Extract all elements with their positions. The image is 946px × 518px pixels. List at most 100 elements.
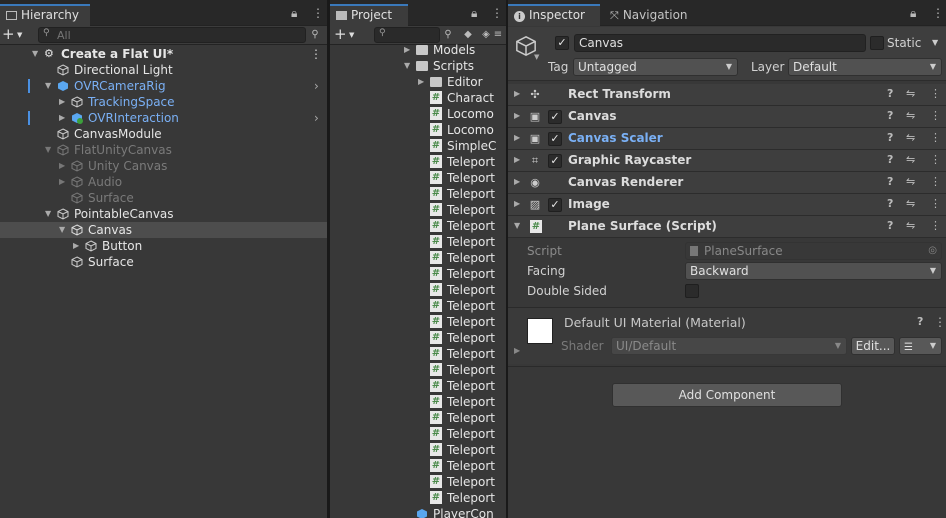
project-file[interactable]: # Teleport	[330, 154, 506, 170]
expand-arrow-icon[interactable]: ▼	[45, 78, 51, 94]
expand-arrow-icon[interactable]: ▶	[59, 158, 65, 174]
hidden-packages-icon[interactable]: ≡	[490, 27, 506, 43]
tab-project[interactable]: Project	[330, 4, 408, 26]
preset-icon[interactable]: ⇋	[906, 175, 915, 188]
expand-arrow-icon[interactable]: ▶	[418, 74, 424, 90]
component-canvas-scaler[interactable]: ▶ ▣ ✓ Canvas Scaler ? ⇋ ⋮	[508, 128, 946, 150]
expand-arrow-icon[interactable]: ▼	[32, 46, 38, 62]
project-file[interactable]: # Locomo	[330, 122, 506, 138]
hierarchy-item[interactable]: ▶ Audio	[0, 174, 327, 190]
more-options-icon[interactable]: ⋮	[930, 219, 941, 232]
project-file[interactable]: # Teleport	[330, 490, 506, 506]
expand-arrow-icon[interactable]: ▶	[514, 133, 520, 142]
tab-navigation[interactable]: ⤧ Navigation	[604, 4, 704, 26]
preset-icon[interactable]: ⇋	[906, 131, 915, 144]
project-file[interactable]: # Teleport	[330, 250, 506, 266]
project-file[interactable]: # Teleport	[330, 234, 506, 250]
help-icon[interactable]: ?	[887, 109, 893, 122]
hierarchy-item[interactable]: CanvasModule	[0, 126, 327, 142]
component-graphic-raycaster[interactable]: ▶ ⌗ ✓ Graphic Raycaster ? ⇋ ⋮	[508, 150, 946, 172]
more-options-icon[interactable]: ⋮	[930, 197, 941, 210]
more-options-icon[interactable]: ⋮	[930, 175, 941, 188]
project-file[interactable]: # Teleport	[330, 314, 506, 330]
project-file[interactable]: # Teleport	[330, 426, 506, 442]
lock-icon[interactable]: 🔒︎	[910, 6, 916, 21]
help-icon[interactable]: ?	[887, 131, 893, 144]
expand-arrow-icon[interactable]: ▶	[514, 89, 520, 98]
hierarchy-item-selected[interactable]: ▼ Canvas	[0, 222, 327, 238]
project-file[interactable]: # Teleport	[330, 410, 506, 426]
double-sided-checkbox[interactable]	[685, 284, 699, 298]
help-icon[interactable]: ?	[917, 315, 923, 328]
chevron-down-icon[interactable]: ▼	[932, 38, 938, 47]
search-options-icon[interactable]: ⚲	[307, 27, 323, 43]
lock-icon[interactable]: 🔒︎	[471, 6, 477, 21]
expand-arrow-icon[interactable]: ▼	[404, 58, 410, 74]
help-icon[interactable]: ?	[887, 197, 893, 210]
help-icon[interactable]: ?	[887, 87, 893, 100]
help-icon[interactable]: ?	[887, 175, 893, 188]
preset-icon[interactable]: ⇋	[906, 197, 915, 210]
more-options-icon[interactable]: ⋮	[312, 6, 324, 20]
project-file[interactable]: # Teleport	[330, 170, 506, 186]
project-file[interactable]: PlayerCon	[330, 506, 506, 518]
component-image[interactable]: ▶ ▨ ✓ Image ? ⇋ ⋮	[508, 194, 946, 216]
shader-dropdown[interactable]: UI/Default ▼	[611, 337, 847, 355]
hierarchy-item[interactable]: Surface	[0, 254, 327, 270]
expand-arrow-icon[interactable]: ▶	[404, 42, 410, 58]
hierarchy-item[interactable]: ▶ Button	[0, 238, 327, 254]
help-icon[interactable]: ?	[887, 153, 893, 166]
project-file[interactable]: # SimpleC	[330, 138, 506, 154]
project-folder[interactable]: ▶ Editor	[330, 74, 506, 90]
expand-arrow-icon[interactable]: ▶	[59, 174, 65, 190]
project-file[interactable]: # Teleport	[330, 186, 506, 202]
expand-arrow-icon[interactable]: ▼	[45, 206, 51, 222]
scene-row[interactable]: ▼ ⚙ Create a Flat UI* ⋮	[0, 46, 327, 62]
expand-arrow-icon[interactable]: ▼	[59, 222, 65, 238]
project-file[interactable]: # Teleport	[330, 346, 506, 362]
chevron-right-icon[interactable]: ›	[314, 78, 319, 94]
preset-icon[interactable]: ⇋	[906, 109, 915, 122]
edit-shader-button[interactable]: Edit...	[851, 337, 895, 355]
project-file[interactable]: # Teleport	[330, 298, 506, 314]
component-enabled-checkbox[interactable]: ✓	[548, 132, 562, 146]
project-file[interactable]: # Teleport	[330, 282, 506, 298]
expand-arrow-icon[interactable]: ▼	[45, 142, 51, 158]
filter-icon[interactable]: ◆	[460, 27, 476, 43]
hierarchy-item[interactable]: ▶ Unity Canvas	[0, 158, 327, 174]
static-checkbox[interactable]	[870, 36, 884, 50]
facing-dropdown[interactable]: Backward ▼	[685, 262, 942, 280]
expand-arrow-icon[interactable]: ▶	[514, 177, 520, 186]
more-options-icon[interactable]: ⋮	[930, 131, 941, 144]
add-component-button[interactable]: Add Component	[612, 383, 842, 407]
component-enabled-checkbox[interactable]: ✓	[548, 154, 562, 168]
preset-icon[interactable]: ⇋	[906, 219, 915, 232]
expand-arrow-icon[interactable]: ▶	[514, 346, 520, 355]
tag-dropdown[interactable]: Untagged ▼	[573, 58, 738, 76]
project-file[interactable]: # Teleport	[330, 202, 506, 218]
hierarchy-item[interactable]: ▶ TrackingSpace	[0, 94, 327, 110]
project-file[interactable]: # Teleport	[330, 378, 506, 394]
hierarchy-search[interactable]: ⚲	[38, 27, 306, 43]
expand-arrow-icon[interactable]: ▶	[514, 199, 520, 208]
more-options-icon[interactable]: ⋮	[310, 46, 322, 62]
expand-arrow-icon[interactable]: ▶	[59, 110, 65, 126]
project-file[interactable]: # Teleport	[330, 266, 506, 282]
chevron-down-icon[interactable]: ▼	[534, 53, 539, 61]
project-file[interactable]: # Teleport	[330, 330, 506, 346]
hierarchy-item[interactable]: Surface	[0, 190, 327, 206]
project-file[interactable]: # Teleport	[330, 394, 506, 410]
project-file[interactable]: # Charact	[330, 90, 506, 106]
preset-icon[interactable]: ⇋	[906, 153, 915, 166]
project-folder[interactable]: ▶ Models	[330, 42, 506, 58]
project-folder[interactable]: ▼ Scripts	[330, 58, 506, 74]
component-enabled-checkbox[interactable]: ✓	[548, 198, 562, 212]
project-file[interactable]: # Locomo	[330, 106, 506, 122]
more-options-icon[interactable]: ⋮	[934, 315, 946, 329]
project-file[interactable]: # Teleport	[330, 442, 506, 458]
component-plane-surface[interactable]: ▼ # Plane Surface (Script) ? ⇋ ⋮	[508, 216, 946, 238]
component-canvas[interactable]: ▶ ▣ ✓ Canvas ? ⇋ ⋮	[508, 106, 946, 128]
hierarchy-search-input[interactable]	[57, 28, 257, 42]
project-file[interactable]: # Teleport	[330, 474, 506, 490]
more-options-icon[interactable]: ⋮	[932, 6, 944, 20]
